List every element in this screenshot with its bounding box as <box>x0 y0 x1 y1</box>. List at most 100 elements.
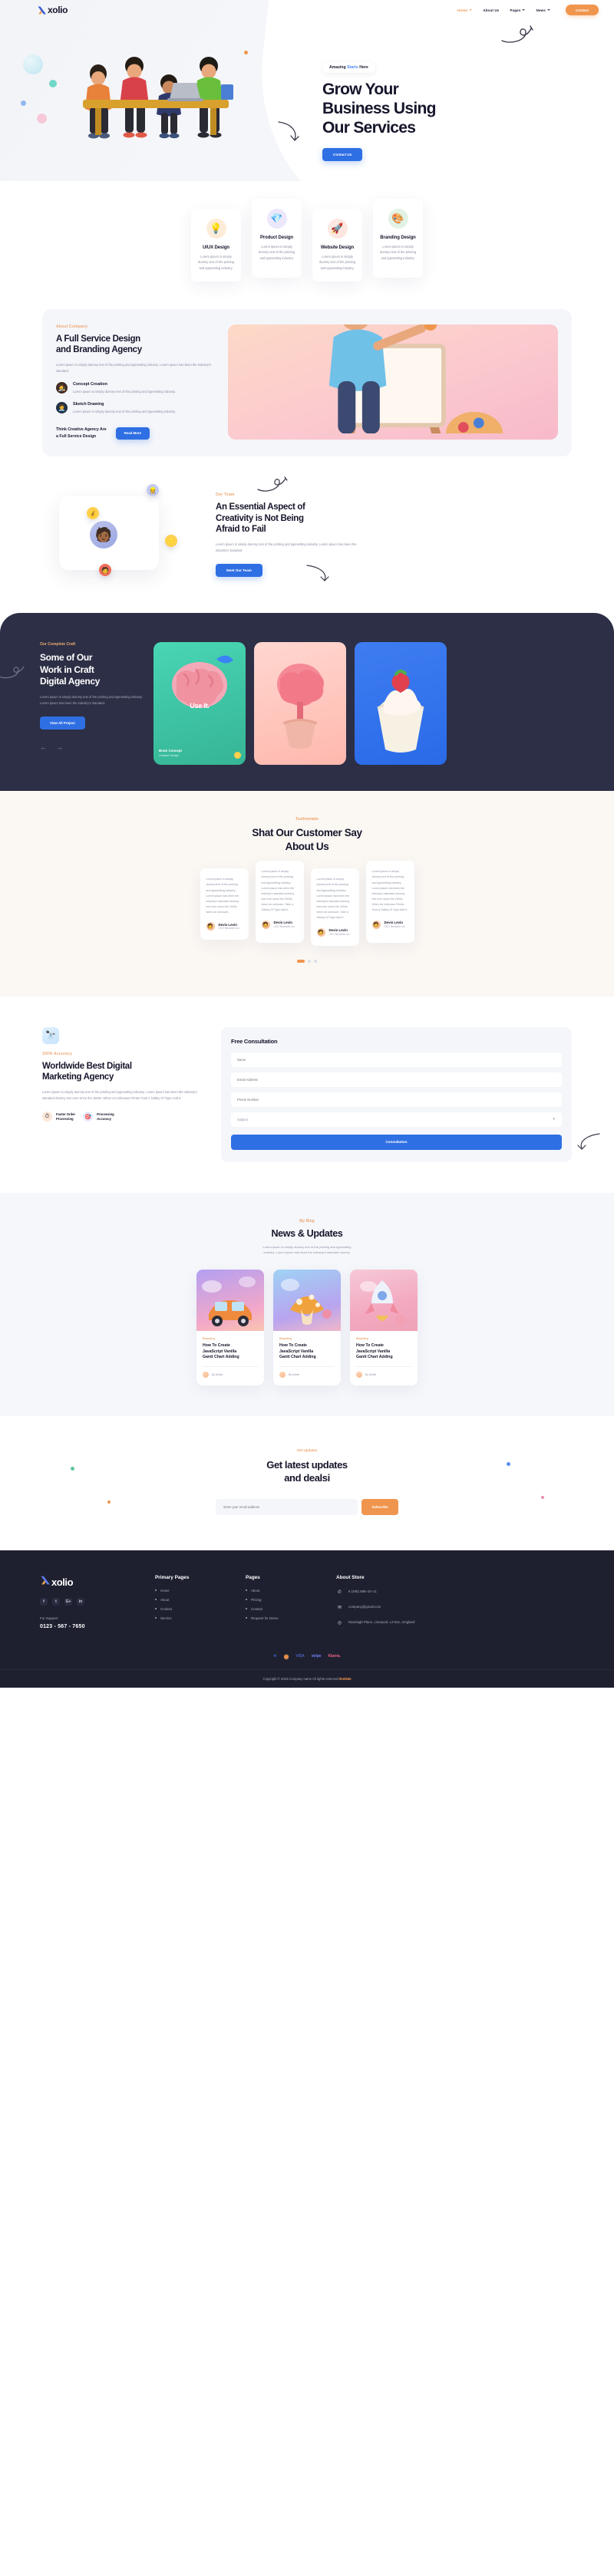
testimonial-role: CEO Newtoob Inc. <box>384 924 406 928</box>
avatar <box>203 1372 209 1379</box>
footer-link-home[interactable]: Home <box>155 1589 246 1593</box>
visa-icon: VISA <box>295 1654 305 1659</box>
newsletter-email-input[interactable] <box>216 1498 358 1515</box>
service-card-website[interactable]: 🚀 Website Design Lorem ipsum is simply d… <box>312 209 362 282</box>
nav-item-home[interactable]: Home <box>457 8 473 12</box>
testimonial-card[interactable]: Lorem ipsum is simply dummy text of the … <box>365 861 414 943</box>
meet-our-team-button[interactable]: Meet Our Team <box>216 564 262 578</box>
copyright-link[interactable]: html666 <box>339 1677 352 1681</box>
footer-copyright: Copyright © 2023.Company name All rights… <box>0 1668 614 1688</box>
newsletter-title-line-2: and dealsi <box>284 1472 330 1484</box>
pagination-dot-1[interactable] <box>297 959 305 963</box>
testimonial-pagination[interactable] <box>0 959 614 963</box>
consultation-submit-button[interactable]: Consultation <box>231 1134 562 1150</box>
blog-post-title: How To Create JavaScript Vanilla Gantt C… <box>356 1343 411 1361</box>
footer-contact-phone[interactable]: ✆ 8 (495) 989–20–11 <box>336 1589 574 1596</box>
about-cta-line-2: a Full Service Design <box>56 433 97 439</box>
twitter-icon[interactable]: t <box>52 1597 60 1606</box>
avatar: 🧑 <box>206 922 215 931</box>
hero-contact-us-button[interactable]: Contact Us <box>322 148 363 162</box>
footer-link-request-demo[interactable]: Request for Demo <box>246 1616 336 1620</box>
x-logo-icon <box>40 1575 51 1589</box>
service-title: UIUX Design <box>203 245 229 251</box>
testimonial-name: Devis Levin <box>273 920 292 924</box>
subject-select[interactable] <box>231 1112 562 1127</box>
bubble-decor-blue <box>21 100 26 106</box>
google-plus-icon[interactable]: G+ <box>64 1597 72 1606</box>
footer-link-contact-2[interactable]: Contact <box>246 1607 336 1611</box>
footer-link-pricing[interactable]: Pricing <box>246 1598 336 1602</box>
team-title-line-1: An Essential Aspect of <box>216 502 305 512</box>
team-illustration: 🧑🏾 👷 💰 ⭐ 🧑 <box>42 484 203 579</box>
testimonials-eyebrow: Testimonials <box>295 817 319 822</box>
contact-button[interactable]: Contact <box>565 5 599 15</box>
testimonial-card[interactable]: Lorem ipsum is simply dummy text of the … <box>310 868 359 946</box>
email-input[interactable] <box>231 1072 562 1087</box>
curve-arrow-decor-icon <box>577 1133 600 1150</box>
feature-desc: Lorem ipsum is simply dummy text of the … <box>73 410 176 414</box>
newsletter-eyebrow: Get Updates <box>296 1448 318 1453</box>
footer-column-heading: Pages <box>246 1574 260 1580</box>
subscribe-button[interactable]: Subscribe <box>361 1498 398 1515</box>
read-more-button[interactable]: Read More <box>115 427 150 440</box>
portfolio-carousel[interactable]: Use It. Brain Concept Creative Design <box>154 642 614 766</box>
footer-link-contact[interactable]: Contact <box>155 1607 246 1611</box>
coin-icon: 💰 <box>87 507 99 520</box>
portfolio-card-coral[interactable] <box>254 642 346 766</box>
footer-payment-methods: ✈ ◉ VISA stripe Klarna. <box>0 1635 614 1669</box>
testimonial-card[interactable]: Lorem ipsum is simply dummy text of the … <box>200 868 249 940</box>
facebook-icon[interactable]: f <box>40 1597 48 1606</box>
nav-item-news[interactable]: News <box>536 8 550 12</box>
hero-badge-post: Here <box>358 65 368 70</box>
hero-title-line-1: Grow Your <box>322 81 399 98</box>
blog-post-body: Branding How To Create JavaScript Vanill… <box>350 1331 418 1385</box>
portfolio-card-title: Brain Concept <box>159 749 183 753</box>
linkedin-icon[interactable]: in <box>77 1597 84 1606</box>
hero-copy: Amazing Starts Here Grow Your Business U… <box>278 25 583 162</box>
footer-link-about-2[interactable]: About <box>246 1589 336 1593</box>
newsletter-title: Get latest updates and dealsi <box>0 1458 614 1484</box>
footer-link-about[interactable]: About <box>155 1598 246 1602</box>
portfolio-card-brain[interactable]: Use It. Brain Concept Creative Design <box>154 642 246 766</box>
pagination-dot-3[interactable] <box>314 959 317 963</box>
site-logo[interactable]: xolio <box>37 5 68 15</box>
palette-icon: 🎨 <box>388 209 408 229</box>
bubble-decor-dot <box>244 51 248 54</box>
arrow-left-icon[interactable]: ← <box>40 743 47 751</box>
testimonials-header: Testimonials Shat Our Customer Say About… <box>0 817 614 853</box>
chevron-down-icon <box>522 9 526 11</box>
portfolio-card-label: Brain Concept Creative Design <box>159 749 182 758</box>
testimonials-title-line-1: Shat Our Customer Say <box>252 827 362 839</box>
blog-post-card[interactable]: Branding How To Create JavaScript Vanill… <box>196 1269 264 1386</box>
bubble-decor-large <box>23 54 43 74</box>
nav-item-about-us[interactable]: About Us <box>483 8 499 12</box>
team-title-line-2: Creativity is Not Being <box>216 513 304 523</box>
blog-post-card[interactable]: Branding How To Create JavaScript Vanill… <box>273 1269 341 1386</box>
about-title-line-2: and Branding Agency <box>56 345 142 355</box>
car-3d-illustration <box>196 1269 264 1331</box>
view-all-project-button[interactable]: View All Project <box>40 716 85 730</box>
testimonial-list: Lorem ipsum is simply dummy text of the … <box>0 861 614 946</box>
arrow-right-icon[interactable]: → <box>56 743 63 751</box>
blog-category: Branding <box>203 1336 215 1340</box>
footer-link-service[interactable]: Service <box>155 1616 246 1620</box>
testimonial-card[interactable]: Lorem ipsum is simply dummy text of the … <box>255 861 304 943</box>
footer-logo[interactable]: xolio <box>40 1575 155 1589</box>
subject-select-wrapper[interactable]: ▾ <box>231 1112 562 1127</box>
service-card-uiux[interactable]: 💡 UIUX Design Lorem ipsum is simply dumm… <box>191 209 241 282</box>
about-cta-line-1: Think Creative Agency Are <box>56 427 107 433</box>
footer-support-phone[interactable]: 0123 - 567 - 7650 <box>40 1624 155 1629</box>
service-card-product[interactable]: 💎 Product Design Lorem ipsum is simply d… <box>252 199 302 278</box>
testimonials-title: Shat Our Customer Say About Us <box>0 826 614 853</box>
service-card-branding[interactable]: 🎨 Branding Design Lorem ipsum is simply … <box>373 199 423 278</box>
portfolio-card-cupcake[interactable] <box>355 642 447 766</box>
footer-contact-email[interactable]: ✉ company@gmail.com <box>336 1604 574 1611</box>
portfolio-copy: Our Complete Craft Some of Our Work in C… <box>0 642 154 751</box>
name-input[interactable] <box>231 1052 562 1067</box>
pagination-dot-2[interactable] <box>308 959 311 963</box>
phone-input[interactable] <box>231 1092 562 1107</box>
free-consultation-form: Free Consultation ▾ Consultation <box>221 1026 572 1162</box>
blog-post-card[interactable]: Branding How To Create JavaScript Vanill… <box>350 1269 418 1386</box>
portfolio-title-line-2: Work in Craft <box>40 664 94 675</box>
nav-item-pages[interactable]: Pages <box>510 8 526 12</box>
